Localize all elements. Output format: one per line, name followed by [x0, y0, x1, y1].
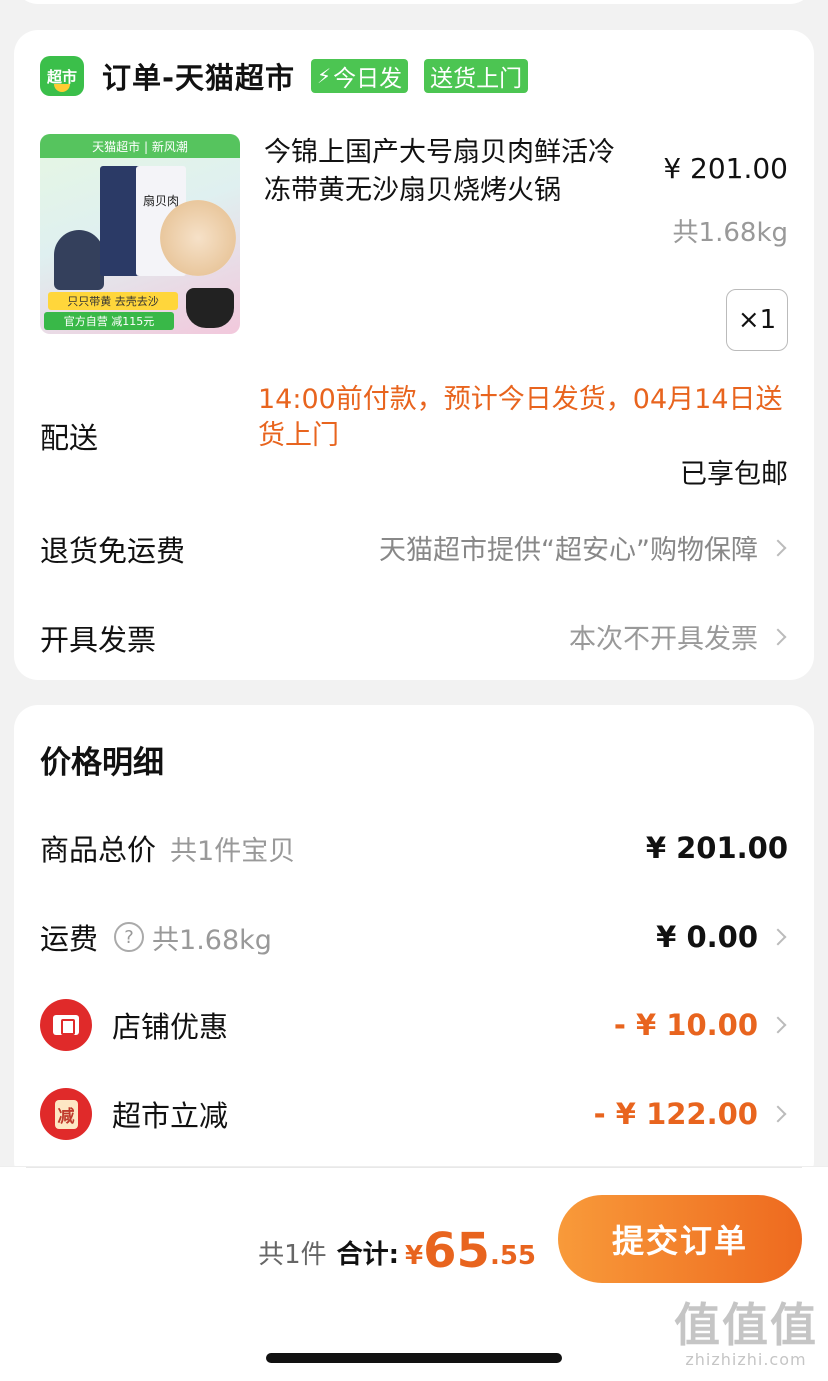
- shipping-fee-row[interactable]: 运费 ? 共1.68kg ¥ 0.00: [40, 915, 788, 959]
- watermark-url: zhizhizhi.com: [685, 1350, 807, 1369]
- invoice-row[interactable]: 本次不开具发票: [569, 617, 788, 656]
- submit-order-button[interactable]: 提交订单: [558, 1195, 802, 1283]
- price-detail-title: 价格明细: [40, 745, 164, 781]
- quantity-button[interactable]: ×1: [726, 289, 788, 351]
- reduction-icon-text: 减: [54, 1099, 78, 1129]
- store-discount-row[interactable]: 店铺优惠 - ¥ 10.00: [40, 999, 788, 1051]
- goods-total-row: 商品总价 共1件宝贝 ¥ 201.00: [40, 826, 788, 870]
- home-delivery-tag: 送货上门: [424, 59, 529, 93]
- total-integer: 65: [423, 1223, 490, 1279]
- order-total: 共1件 合计: ¥ 65 .55: [258, 1217, 536, 1277]
- store-discount-value: - ¥ 10.00: [614, 1008, 788, 1042]
- chevron-right-icon: [769, 628, 787, 645]
- product-promo-1: 只只带黄 去壳去沙: [48, 292, 178, 310]
- same-day-tag: ⚡ 今日发: [311, 59, 409, 93]
- chevron-right-icon: [769, 1016, 787, 1034]
- shipping-weight: 共1.68kg: [152, 924, 272, 956]
- watermark-logo: 值值值: [674, 1298, 818, 1352]
- scallop-plate: [160, 200, 236, 276]
- shop-header: 超市 订单-天猫超市 ⚡ 今日发 送货上门: [40, 55, 529, 97]
- smile-icon: [54, 84, 70, 92]
- previous-card-edge: [14, 0, 814, 4]
- goods-total-label: 商品总价: [40, 833, 157, 867]
- store-discount-amount: - ¥ 10.00: [613, 1008, 758, 1042]
- item-count: 共1件: [258, 1240, 327, 1270]
- product-weight: 共1.68kg: [672, 218, 788, 248]
- product-price: ¥ 201.00: [663, 152, 788, 185]
- product-image-person: [54, 230, 104, 290]
- order-card: 超市 订单-天猫超市 ⚡ 今日发 送货上门 天猫超市 | 新风潮 扇贝肉 只只带…: [14, 30, 814, 680]
- same-day-tag-label: 今日发: [333, 66, 403, 92]
- watermark: 值值值 zhizhizhi.com: [674, 1300, 818, 1369]
- store-discount-label: 店铺优惠: [112, 1010, 229, 1044]
- free-shipping-text: 已享包邮: [680, 459, 788, 490]
- supermarket-reduction-value: - ¥ 122.00: [594, 1097, 788, 1131]
- total-label: 合计:: [336, 1240, 400, 1270]
- product-image-banner: 天猫超市 | 新风潮: [40, 134, 240, 158]
- return-freight-value: 天猫超市提供“超安心”购物保障: [379, 535, 758, 566]
- reduction-icon: 减: [40, 1088, 92, 1140]
- product-image[interactable]: 天猫超市 | 新风潮 扇贝肉 只只带黄 去壳去沙 官方自营 减115元: [40, 134, 240, 334]
- price-detail-card: 价格明细 商品总价 共1件宝贝 ¥ 201.00 运费 ? 共1.68kg ¥ …: [14, 705, 814, 1185]
- shipping-fee-label: 运费: [40, 922, 99, 956]
- chevron-right-icon: [769, 928, 787, 946]
- chevron-right-icon: [769, 539, 787, 556]
- goods-count: 共1件宝贝: [170, 835, 296, 867]
- home-indicator[interactable]: [266, 1353, 562, 1363]
- invoice-label: 开具发票: [40, 623, 157, 657]
- shop-name[interactable]: 订单-天猫超市: [102, 55, 295, 97]
- chevron-right-icon: [769, 1105, 787, 1123]
- lightning-icon: ⚡: [317, 64, 332, 88]
- invoice-value: 本次不开具发票: [569, 624, 758, 655]
- goods-total-value: ¥ 201.00: [645, 831, 788, 865]
- product-title[interactable]: 今锦上国产大号扇贝肉鲜活冷冻带黄无沙扇贝烧烤火锅: [264, 134, 634, 210]
- home-delivery-tag-label: 送货上门: [430, 66, 523, 92]
- help-icon[interactable]: ?: [114, 922, 145, 952]
- tmall-supermarket-logo: 超市: [40, 56, 84, 96]
- delivery-label: 配送: [40, 421, 99, 455]
- return-freight-row[interactable]: 天猫超市提供“超安心”购物保障: [379, 528, 788, 567]
- total-currency: ¥: [405, 1241, 424, 1271]
- divider: [26, 1167, 802, 1168]
- supermarket-reduction-row[interactable]: 减 超市立减 - ¥ 122.00: [40, 1088, 788, 1140]
- shipping-fee-amount: ¥ 0.00: [656, 920, 758, 954]
- product-promo-2: 官方自营 减115元: [44, 312, 174, 330]
- total-decimal: .55: [489, 1241, 536, 1271]
- shipping-fee-value: ¥ 0.00: [656, 920, 788, 954]
- tmall-cat-icon: [186, 288, 234, 328]
- delivery-estimate: 14:00前付款，预计今日发货，04月14日送货上门: [258, 384, 783, 451]
- supermarket-reduction-label: 超市立减: [112, 1099, 229, 1133]
- coupon-icon: [40, 999, 92, 1051]
- return-freight-label: 退货免运费: [40, 534, 186, 568]
- supermarket-reduction-amount: - ¥ 122.00: [593, 1097, 758, 1131]
